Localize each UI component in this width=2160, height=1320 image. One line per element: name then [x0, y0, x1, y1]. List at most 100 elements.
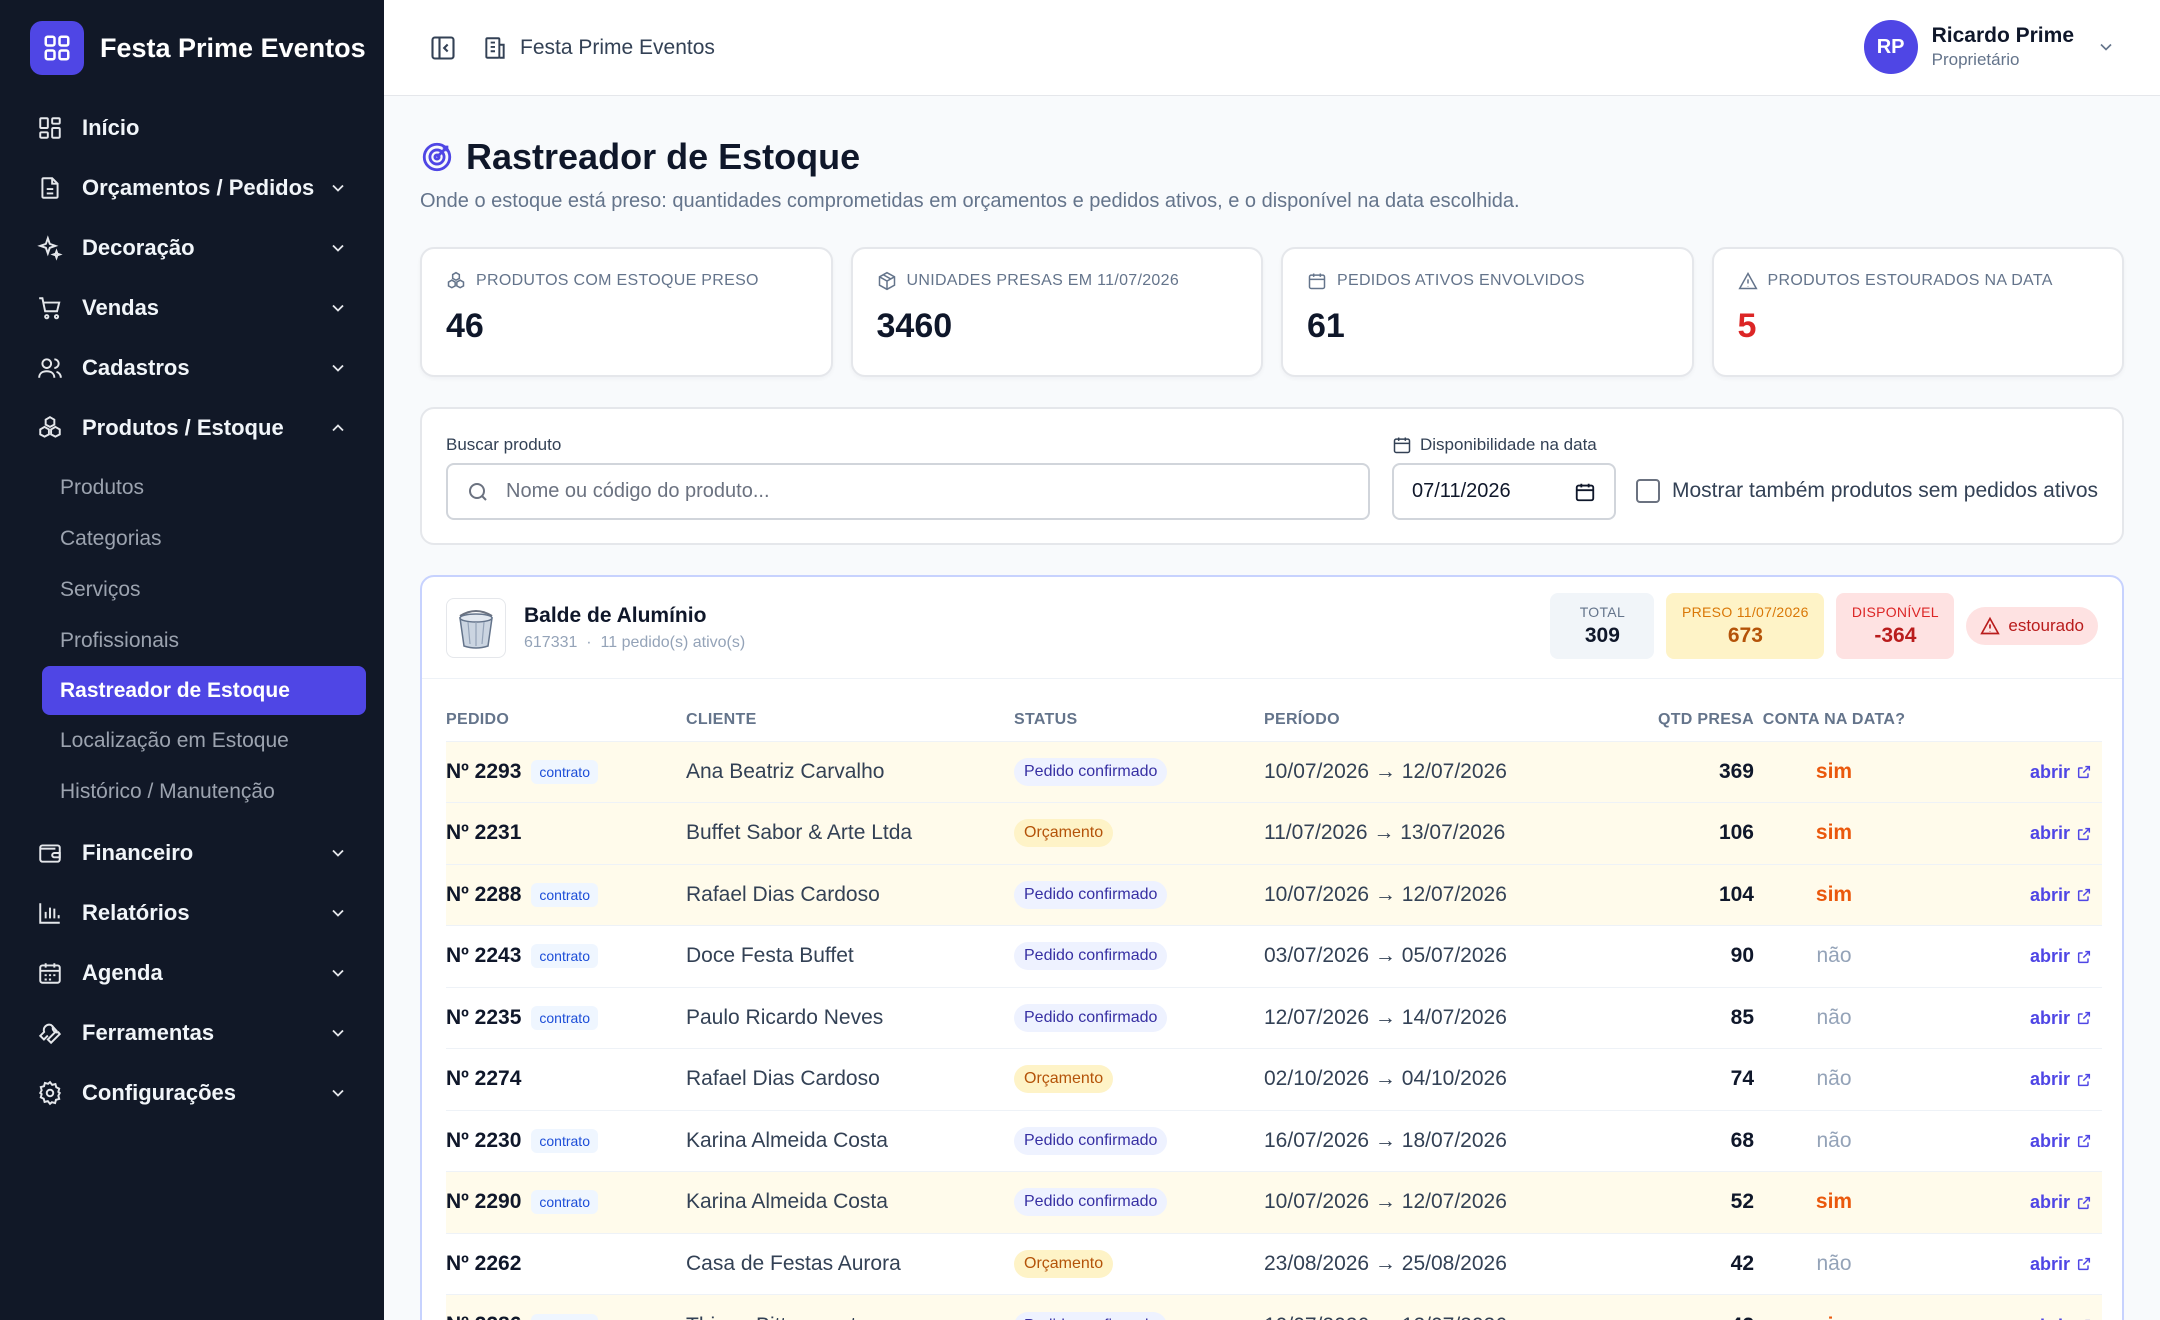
chevron-down-icon — [332, 244, 344, 252]
date-label-text: Disponibilidade na data — [1420, 435, 1597, 454]
sidebar-item-relatorios[interactable]: Relatórios — [0, 883, 384, 943]
sidebar-item-label: Início — [82, 115, 140, 140]
client-name: Thiago Bittencourt — [686, 1294, 1014, 1320]
sidebar-item-label: Decoração — [82, 235, 195, 260]
sidebar-item-configuracoes[interactable]: Configurações — [0, 1063, 384, 1123]
open-order-link[interactable]: abrir — [2030, 823, 2092, 844]
table-row[interactable]: Nº 2286 contrato Thiago BittencourtPedido … — [446, 1294, 2102, 1320]
table-header-row: PEDIDO CLIENTE STATUS PERÍODO QTD PRESA … — [446, 699, 2102, 741]
wrench-icon — [36, 1019, 64, 1047]
table-row[interactable]: Nº 2235 contrato Paulo Ricardo Neves Pedido… — [446, 986, 2102, 1049]
bar-chart-icon — [36, 899, 64, 927]
table-row[interactable]: Nº 2243 contrato Doce Festa Buffet Pedido c… — [446, 925, 2102, 987]
order-number: Nº 2290 — [446, 1190, 522, 1214]
counts-on-date: sim — [1815, 821, 1853, 845]
sidebar-item-ferramentas[interactable]: Ferramentas — [0, 1003, 384, 1063]
external-link-icon — [2077, 1258, 2091, 1271]
calendar-picker-icon[interactable] — [1574, 481, 1596, 503]
stat-card-pedidos-ativos: PEDIDOS ATIVOS ENVOLVIDOS 61 — [1281, 247, 1694, 377]
open-link-label: abrir — [2029, 761, 2070, 782]
sidebar-item-produtos-estoque[interactable]: Produtos / Estoque — [0, 398, 384, 458]
client-name: Paulo Ricardo Neves — [686, 986, 1014, 1049]
date-input[interactable]: 07/11/2026 — [1392, 463, 1616, 520]
warning-icon — [1980, 616, 2001, 635]
status-badge: Orçamento — [1014, 819, 1114, 848]
open-order-link[interactable]: abrir — [2030, 1254, 2092, 1275]
open-order-link[interactable]: abrir — [2030, 762, 2092, 783]
preso-value: 673 — [1727, 624, 1763, 647]
chevron-down-icon — [332, 969, 344, 977]
sidebar-toggle-button[interactable] — [428, 33, 458, 63]
column-header: PEDIDO — [446, 710, 510, 728]
period: 03/07/2026 → 05/07/2026 — [1264, 925, 1604, 987]
status-badge: Pedido confirmado — [1014, 880, 1168, 909]
open-order-link[interactable]: abrir — [2030, 1069, 2092, 1090]
gear-icon — [36, 1079, 64, 1107]
open-order-link[interactable]: abrir — [2030, 885, 2092, 906]
contract-tag: contrato — [531, 882, 598, 907]
chevron-up-icon — [332, 424, 344, 432]
sidebar-subitem-servicos[interactable]: Serviços — [42, 564, 366, 615]
period: 10/07/2026 → 12/07/2026 — [1264, 740, 1604, 803]
sidebar-subitem-categorias[interactable]: Categorias — [42, 513, 366, 564]
chevron-down-icon — [332, 184, 344, 192]
calendar-icon — [1393, 437, 1411, 454]
user-menu[interactable]: RP Ricardo Prime Proprietário — [1863, 20, 2116, 74]
stat-card-produtos-preso: PRODUTOS COM ESTOQUE PRESO 46 — [420, 247, 833, 377]
brand[interactable]: Festa Prime Eventos — [0, 0, 384, 96]
qty-held: 104 — [1604, 863, 1754, 926]
order-number: Nº 2293 — [446, 759, 522, 783]
sidebar-item-agenda[interactable]: Agenda — [0, 943, 384, 1003]
open-order-link[interactable]: abrir — [2030, 1008, 2092, 1029]
client-name: Karina Almeida Costa — [686, 1171, 1014, 1233]
table-row[interactable]: Nº 2290 contrato Karina Almeida Costa Pedid… — [446, 1171, 2102, 1233]
open-link-label: abrir — [2029, 884, 2070, 905]
counts-on-date: não — [1816, 944, 1852, 968]
sidebar-subitem-localizacao[interactable]: Localização em Estoque — [42, 715, 366, 766]
open-link-label: abrir — [2029, 1192, 2070, 1213]
contract-tag: contrato — [531, 1190, 598, 1215]
open-order-link[interactable]: abrir — [2030, 1192, 2092, 1213]
chevron-down-icon — [332, 1029, 344, 1037]
bucket-icon — [459, 609, 493, 649]
boxes-icon — [447, 271, 465, 289]
period: 10/07/2026 → 12/07/2026 — [1264, 863, 1604, 926]
sidebar-subitem-historico[interactable]: Histórico / Manutenção — [42, 766, 366, 817]
open-order-link[interactable]: abrir — [2030, 1131, 2092, 1152]
sidebar-item-cadastros[interactable]: Cadastros — [0, 338, 384, 398]
table-row[interactable]: Nº 2274 Rafael Dias Cardoso Orçamento 02/10… — [446, 1048, 2102, 1110]
sidebar-item-inicio[interactable]: Início — [0, 98, 384, 158]
sidebar-subitem-produtos[interactable]: Produtos — [42, 462, 366, 513]
order-number: Nº 2274 — [446, 1067, 522, 1091]
table-row[interactable]: Nº 2262 Casa de Festas Aurora Orçamento 23/… — [446, 1232, 2102, 1295]
open-order-link[interactable]: abrir — [2030, 1316, 2092, 1320]
boxes-icon — [36, 414, 64, 442]
product-header[interactable]: Balde de Alumínio 617331 · 11 pedido(s) … — [422, 577, 2122, 679]
sidebar-item-decoracao[interactable]: Decoração — [0, 218, 384, 278]
sidebar-subitem-rastreador[interactable]: Rastreador de Estoque — [42, 666, 366, 715]
search-input[interactable] — [506, 480, 1326, 503]
sidebar-item-vendas[interactable]: Vendas — [0, 278, 384, 338]
period: 02/10/2026 → 04/10/2026 — [1264, 1048, 1604, 1110]
filters-panel: Buscar produto Disponibilidade na data 0… — [420, 407, 2124, 545]
sidebar-item-orcamentos[interactable]: Orçamentos / Pedidos — [0, 158, 384, 218]
table-row[interactable]: Nº 2293 contrato Ana Beatriz Carvalho Pedid… — [446, 740, 2102, 803]
checkbox[interactable] — [1636, 479, 1660, 503]
open-link-label: abrir — [2029, 946, 2070, 967]
show-all-checkbox[interactable]: Mostrar também produtos sem pedidos ativ… — [1636, 479, 2098, 503]
period: 12/07/2026 → 14/07/2026 — [1264, 986, 1604, 1049]
table-row[interactable]: Nº 2231 Buffet Sabor & Arte Ltda Orçamento… — [446, 802, 2102, 864]
sidebar-item-financeiro[interactable]: Financeiro — [0, 823, 384, 883]
table-row[interactable]: Nº 2230 contrato Karina Almeida Costa Pedid… — [446, 1109, 2102, 1172]
table-row[interactable]: Nº 2288 contrato Rafael Dias Cardoso Pedido… — [446, 863, 2102, 926]
breadcrumb[interactable]: Festa Prime Eventos — [520, 36, 715, 60]
search-field[interactable] — [446, 463, 1370, 520]
external-link-icon — [2077, 950, 2091, 963]
product-name: Balde de Alumínio — [524, 603, 707, 627]
sidebar-subitem-profissionais[interactable]: Profissionais — [42, 615, 366, 666]
product-orders-count: 11 pedido(s) ativo(s) — [600, 633, 746, 651]
calendar-icon — [36, 959, 64, 987]
contract-tag: contrato — [531, 1005, 598, 1030]
open-order-link[interactable]: abrir — [2030, 946, 2092, 967]
open-link-label: abrir — [2029, 1253, 2070, 1274]
